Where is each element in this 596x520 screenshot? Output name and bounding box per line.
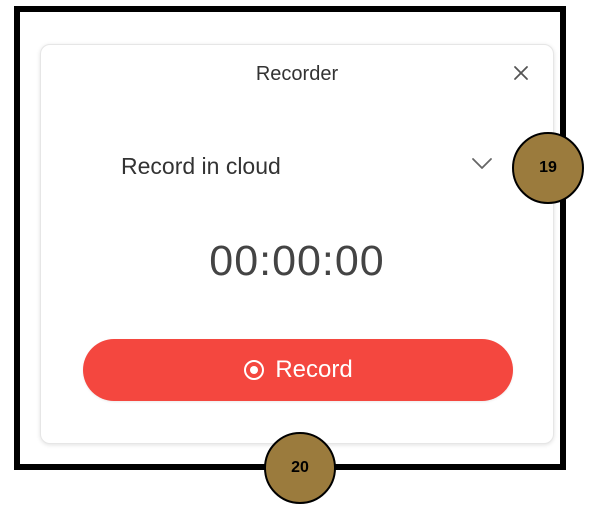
record-mode-dropdown[interactable]: Record in cloud — [121, 145, 493, 187]
chevron-down-icon — [471, 157, 493, 176]
record-mode-selected: Record in cloud — [121, 152, 281, 179]
dialog-title: Recorder — [255, 63, 339, 85]
record-icon — [243, 359, 265, 381]
record-button[interactable]: Record — [83, 339, 513, 401]
callout-badge-19: 19 — [512, 132, 584, 204]
record-button-label: Record — [275, 356, 353, 383]
recorder-dialog: Recorder Record in cloud 00:00:00 Record — [40, 44, 554, 444]
close-button[interactable] — [507, 61, 535, 89]
recording-timer: 00:00:00 — [209, 237, 385, 285]
callout-badge-20: 20 — [264, 432, 336, 504]
close-icon — [512, 64, 530, 87]
